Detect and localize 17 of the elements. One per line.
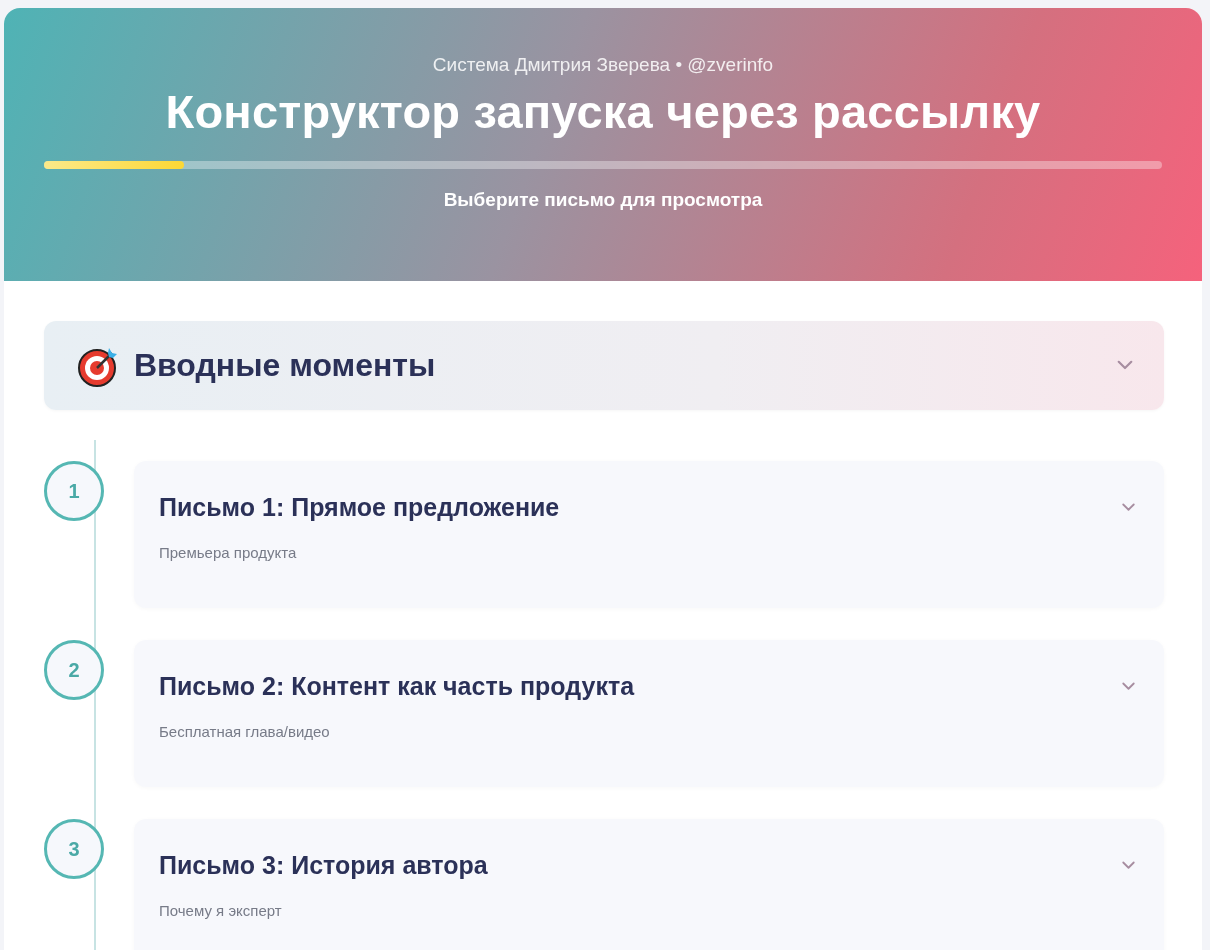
hint-text: Выберите письмо для просмотра	[443, 189, 763, 211]
letter-subtitle: Почему я эксперт	[159, 902, 283, 919]
letter-title: Письмо 3: История автора	[159, 851, 488, 880]
section-title: Вводные моменты	[134, 347, 437, 384]
letter-title: Письмо 2: Контент как часть продукта	[159, 672, 635, 701]
step-number: 1	[44, 461, 104, 521]
section-header[interactable]: Вводные моменты	[44, 321, 1164, 410]
letter-card[interactable]: Письмо 2: Контент как часть продукта Бесплатная глава/видео	[134, 640, 1164, 787]
author-subtitle: Система Дмитрия Зверева • @zverinfo	[432, 54, 774, 76]
letter-title: Письмо 1: Прямое предложение	[159, 493, 560, 522]
page-title: Конструктор запуска через рассылку	[165, 84, 1041, 139]
letter-subtitle: Бесплатная глава/видео	[159, 723, 331, 740]
letter-card[interactable]: Письмо 1: Прямое предложение Премьера продукта	[134, 461, 1164, 608]
letter-subtitle: Премьера продукта	[159, 544, 298, 561]
letter-card[interactable]: Письмо 3: История автора Почему я эксперт	[134, 819, 1164, 950]
step-number: 2	[44, 640, 104, 700]
step-number: 3	[44, 819, 104, 879]
